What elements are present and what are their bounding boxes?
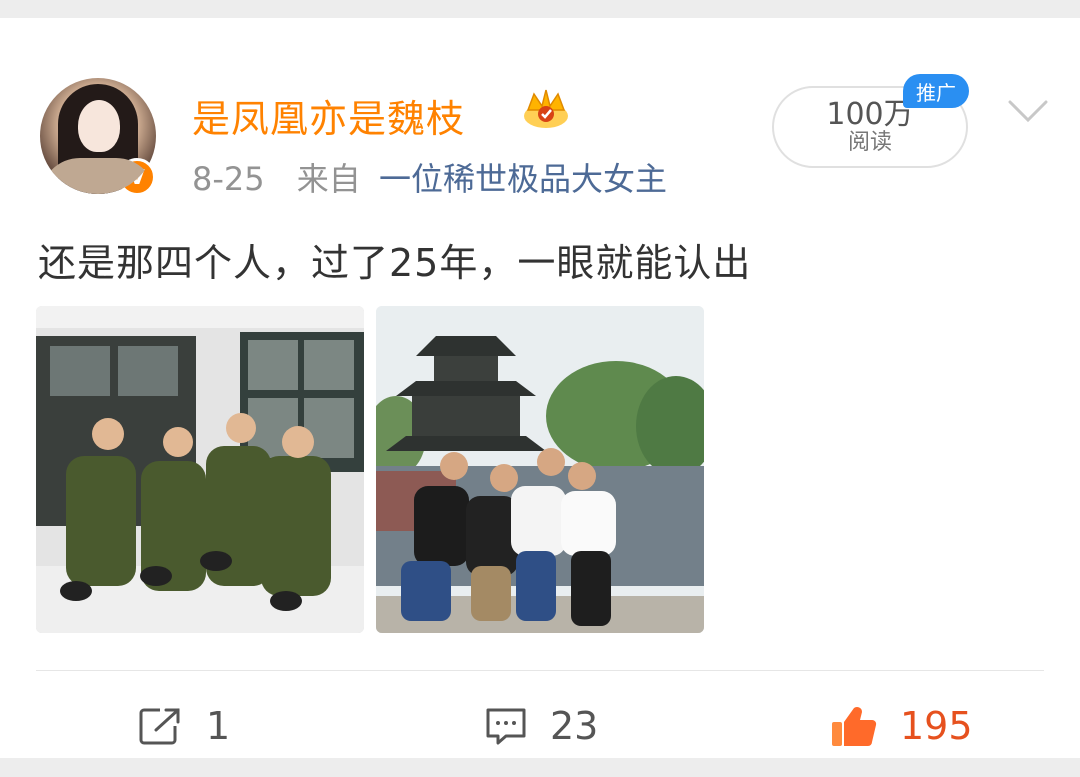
comment-icon xyxy=(486,708,526,745)
avatar[interactable] xyxy=(40,78,156,194)
post-date: 8-25 xyxy=(192,160,265,198)
weibo-post-card: V 是凤凰亦是魏枝 8-25 来自 一位稀世极品大女主 100万 阅读 推广 还… xyxy=(0,18,1080,758)
chevron-down-icon[interactable] xyxy=(1006,96,1050,126)
post-meta: 8-25 来自 一位稀世极品大女主 xyxy=(192,154,667,200)
source-prefix: 来自 xyxy=(296,160,361,198)
like-button[interactable]: 195 xyxy=(830,700,973,752)
post-text: 还是那四个人，过了25年，一眼就能认出 xyxy=(38,241,752,285)
post-image-2[interactable] xyxy=(376,306,704,633)
share-button[interactable]: 1 xyxy=(138,700,230,752)
post-image-1[interactable] xyxy=(36,306,364,633)
divider xyxy=(36,670,1044,671)
crown-icon xyxy=(524,89,568,128)
promo-badge: 推广 xyxy=(903,74,969,108)
share-icon xyxy=(139,708,180,745)
username[interactable]: 是凤凰亦是魏枝 xyxy=(192,88,465,143)
read-label: 阅读 xyxy=(847,129,892,155)
share-count: 1 xyxy=(206,704,231,748)
read-count: 100万 xyxy=(826,97,914,133)
comment-count: 23 xyxy=(550,704,599,748)
like-icon xyxy=(832,707,877,746)
comment-button[interactable]: 23 xyxy=(484,700,598,752)
like-count: 195 xyxy=(900,704,973,748)
source-link[interactable]: 一位稀世极品大女主 xyxy=(379,160,667,198)
